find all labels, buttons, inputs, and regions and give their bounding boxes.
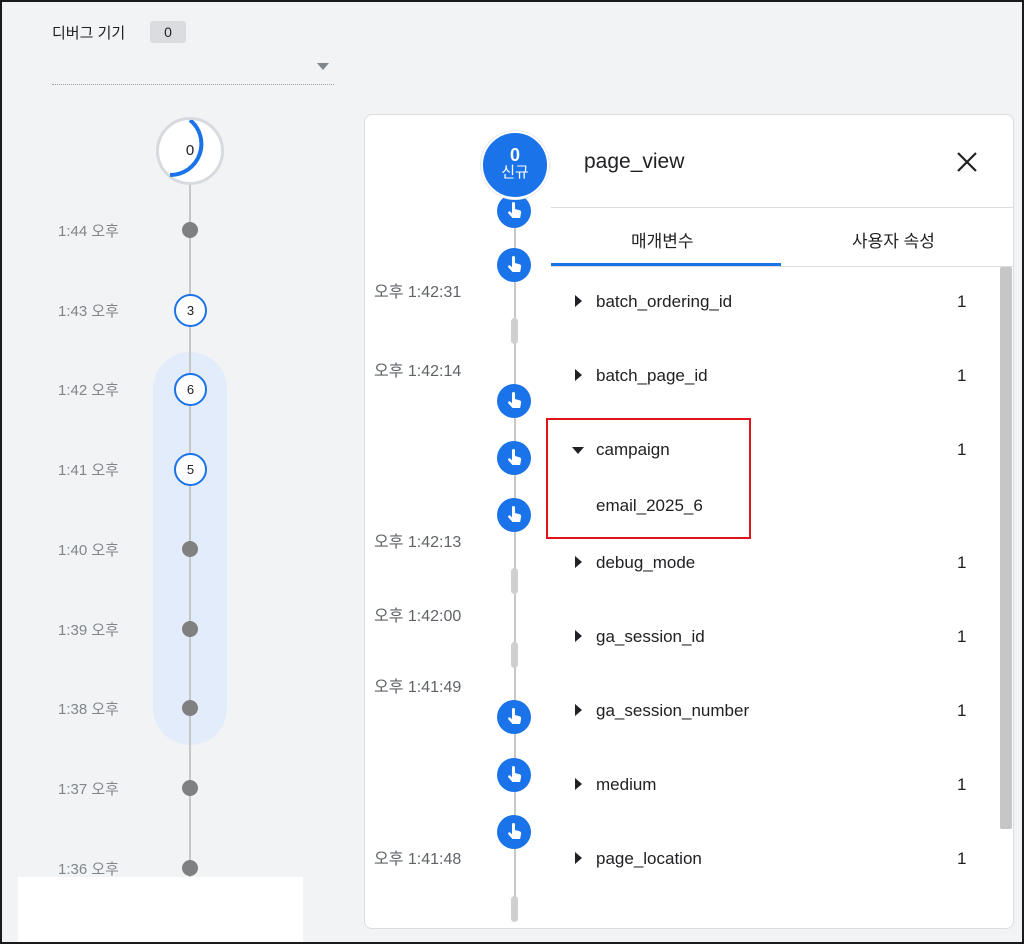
minute-dot[interactable] xyxy=(182,700,198,716)
annotation-highlight-box xyxy=(546,418,751,539)
minute-label: 1:44 오후 xyxy=(58,223,119,240)
timeline-gap-marker xyxy=(511,896,518,922)
parameter-row[interactable]: debug_mode 1 xyxy=(551,543,981,583)
parameter-name: medium xyxy=(596,775,657,794)
close-button[interactable] xyxy=(950,145,984,179)
minute-event-count-badge[interactable]: 6 xyxy=(174,373,207,406)
timeline-gap-marker xyxy=(511,318,518,344)
touch-pointer-icon[interactable] xyxy=(497,441,531,475)
parameter-name: debug_mode xyxy=(596,553,696,572)
parameter-count: 1 xyxy=(957,849,967,868)
timeline-gap-marker xyxy=(511,568,518,594)
event-time-label: 오후 1:42:31 xyxy=(374,284,462,301)
expand-caret-icon[interactable] xyxy=(575,630,582,642)
parameter-row[interactable]: ga_session_id 1 xyxy=(551,617,981,657)
expand-caret-icon[interactable] xyxy=(575,778,582,790)
minute-dot[interactable] xyxy=(182,222,198,238)
touch-pointer-icon[interactable] xyxy=(497,815,531,849)
top-events-counter[interactable]: 0 xyxy=(156,117,224,185)
parameter-name: batch_ordering_id xyxy=(596,292,733,311)
parameter-count: 1 xyxy=(957,292,967,311)
touch-pointer-icon[interactable] xyxy=(497,384,531,418)
parameter-count: 1 xyxy=(957,775,967,794)
expand-caret-icon[interactable] xyxy=(575,556,582,568)
event-time-label: 오후 1:41:48 xyxy=(374,851,462,868)
expand-caret-icon[interactable] xyxy=(575,295,582,307)
debug-view-frame: 디버그 기기 0 0 1:44 오후 1:43 오후 3 1:42 오후 6 1… xyxy=(0,0,1024,944)
minute-label: 1:42 오후 xyxy=(58,382,119,399)
touch-pointer-icon[interactable] xyxy=(497,700,531,734)
parameter-count: 1 xyxy=(957,701,967,720)
parameter-row[interactable]: medium 1 xyxy=(551,765,981,805)
device-dropdown[interactable] xyxy=(52,84,334,85)
parameter-name: ga_session_id xyxy=(596,627,705,646)
parameter-name: batch_page_id xyxy=(596,366,708,385)
tab-parameters[interactable]: 매개변수 xyxy=(631,227,694,252)
event-detail-panel: 오후 1:42:31 오후 1:42:14 오후 1:42:13 오후 1:42… xyxy=(364,114,1014,929)
minute-label: 1:40 오후 xyxy=(58,542,119,559)
minute-label: 1:38 오후 xyxy=(58,701,119,718)
parameter-count: 1 xyxy=(957,627,967,646)
debug-device-count-badge: 0 xyxy=(150,21,186,43)
expand-caret-icon[interactable] xyxy=(575,852,582,864)
parameter-row[interactable]: page_location 1 xyxy=(551,839,981,879)
timeline-gap-marker xyxy=(511,642,518,668)
minute-label: 1:41 오후 xyxy=(58,462,119,479)
scrollbar-thumb[interactable] xyxy=(1000,267,1012,829)
parameter-count: 1 xyxy=(957,366,967,385)
parameter-count: 1 xyxy=(957,440,967,459)
parameter-row[interactable]: batch_ordering_id 1 xyxy=(551,282,981,322)
dropdown-arrow-icon[interactable] xyxy=(317,63,329,70)
minute-label: 1:36 오후 xyxy=(58,861,119,878)
seconds-timeline-axis xyxy=(514,175,516,915)
minute-label: 1:37 오후 xyxy=(58,781,119,798)
parameter-row[interactable]: ga_session_number 1 xyxy=(551,691,981,731)
event-time-label: 오후 1:42:00 xyxy=(374,608,462,625)
event-time-label: 오후 1:41:49 xyxy=(374,679,462,696)
parameter-name: page_location xyxy=(596,849,702,868)
new-users-badge: 0 신규 xyxy=(481,131,549,199)
new-users-label: 신규 xyxy=(501,164,529,181)
minute-dot[interactable] xyxy=(182,621,198,637)
touch-pointer-icon[interactable] xyxy=(497,194,531,228)
minute-event-count-badge[interactable]: 3 xyxy=(174,294,207,327)
minute-label: 1:43 오후 xyxy=(58,303,119,320)
touch-pointer-icon[interactable] xyxy=(497,498,531,532)
expand-caret-icon[interactable] xyxy=(575,704,582,716)
event-title: page_view xyxy=(584,150,685,173)
touch-pointer-icon[interactable] xyxy=(497,758,531,792)
expand-caret-icon[interactable] xyxy=(575,369,582,381)
parameter-name: ga_session_number xyxy=(596,701,750,720)
minute-dot[interactable] xyxy=(182,780,198,796)
debug-device-label: 디버그 기기 xyxy=(52,25,126,42)
cropped-area xyxy=(18,877,303,942)
minute-event-count-badge[interactable]: 5 xyxy=(174,453,207,486)
event-time-label: 오후 1:42:13 xyxy=(374,534,462,551)
parameter-row[interactable]: batch_page_id 1 xyxy=(551,356,981,396)
close-icon xyxy=(957,152,977,172)
event-time-label: 오후 1:42:14 xyxy=(374,363,462,380)
divider xyxy=(551,266,1013,267)
touch-pointer-icon[interactable] xyxy=(497,248,531,282)
minute-dot[interactable] xyxy=(182,860,198,876)
divider xyxy=(551,207,1013,208)
parameter-count: 1 xyxy=(957,553,967,572)
tab-user-properties[interactable]: 사용자 속성 xyxy=(852,227,935,252)
minute-dot[interactable] xyxy=(182,541,198,557)
new-users-count: 0 xyxy=(509,145,520,165)
top-counter-value: 0 xyxy=(185,142,195,159)
minute-label: 1:39 오후 xyxy=(58,622,119,639)
